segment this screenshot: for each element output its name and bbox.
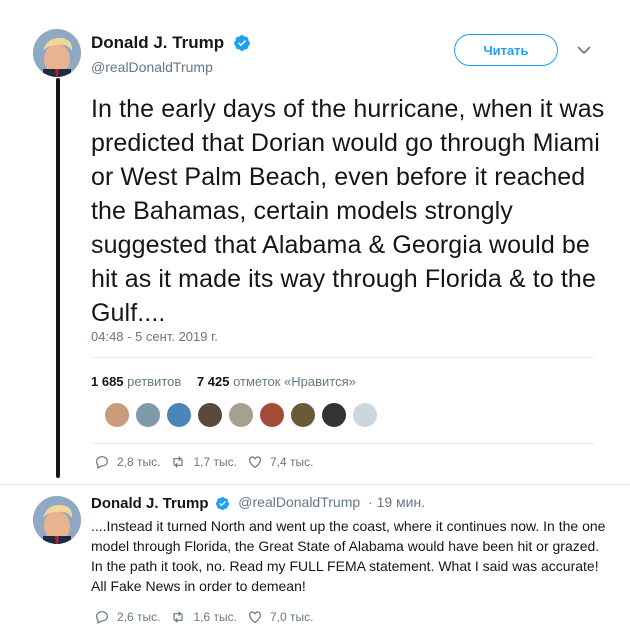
liker-avatar[interactable] [166, 402, 192, 428]
like-button[interactable]: 7,0 тыс. [247, 609, 313, 625]
liker-avatar[interactable] [228, 402, 254, 428]
retweet-icon [173, 456, 184, 468]
reply-actions: 2,6 тыс. 1,6 тыс. 7,0 тыс. [94, 609, 323, 625]
retweet-stat[interactable]: 1 685 ретвитов [91, 374, 187, 389]
reply-icon [96, 456, 108, 470]
heart-icon [249, 611, 261, 624]
liker-avatar[interactable] [290, 402, 316, 428]
author-handle[interactable]: @realDonaldTrump [238, 494, 360, 510]
liker-avatar[interactable] [352, 402, 378, 428]
follow-button[interactable]: Читать [454, 34, 558, 66]
avatar[interactable] [33, 29, 81, 77]
retweet-button[interactable]: 1,6 тыс. [170, 609, 237, 625]
verified-badge-icon [233, 35, 250, 51]
reply-text: ....Instead it turned North and went up … [91, 518, 606, 594]
tweet-text: In the early days of the hurricane, when… [91, 95, 605, 327]
verified-badge-icon [216, 496, 230, 510]
chevron-down-icon[interactable] [576, 44, 592, 56]
thread-connector-line [56, 78, 60, 478]
author-name[interactable]: Donald J. Trump [91, 33, 224, 53]
author-block: Donald J. Trump @realDonaldTrump [91, 33, 251, 75]
retweet-button[interactable]: 1,7 тыс. [170, 454, 237, 470]
reply-button[interactable]: 2,6 тыс. [94, 609, 160, 625]
reply-button[interactable]: 2,8 тыс. [94, 454, 160, 470]
author-handle[interactable]: @realDonaldTrump [91, 59, 251, 75]
divider [91, 443, 594, 444]
reply-header: Donald J. Trump @realDonaldTrump · 19 ми… [91, 494, 425, 512]
tweet-timestamp[interactable]: 04:48 - 5 сент. 2019 г. [91, 329, 218, 344]
divider [91, 357, 594, 358]
reply-icon [96, 611, 108, 625]
liker-avatar[interactable] [104, 402, 130, 428]
heart-icon [249, 456, 261, 469]
liker-avatars [104, 402, 383, 428]
liker-avatar[interactable] [321, 402, 347, 428]
retweet-icon [173, 611, 184, 623]
author-name[interactable]: Donald J. Trump [91, 495, 209, 512]
like-button[interactable]: 7,4 тыс. [247, 454, 313, 470]
tweet-actions: 2,8 тыс. 1,7 тыс. 7,4 тыс. [94, 454, 323, 470]
avatar[interactable] [33, 496, 81, 544]
tweet-stats: 1 685 ретвитов 7 425 отметок «Нравится» [91, 374, 368, 389]
liker-avatar[interactable] [197, 402, 223, 428]
like-stat[interactable]: 7 425 отметок «Нравится» [197, 374, 362, 389]
liker-avatar[interactable] [259, 402, 285, 428]
liker-avatar[interactable] [135, 402, 161, 428]
divider [0, 484, 630, 485]
reply-time[interactable]: · 19 мин. [368, 494, 425, 510]
